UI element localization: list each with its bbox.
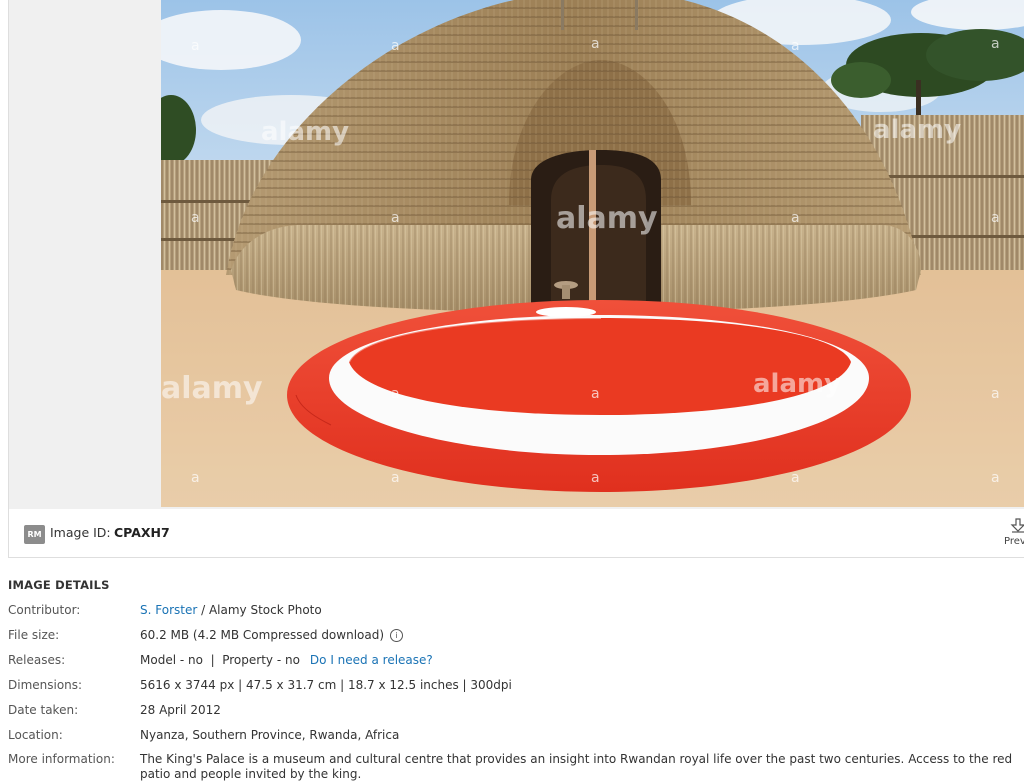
info-icon[interactable]: i xyxy=(390,629,404,642)
dimensions-label: Dimensions: xyxy=(8,678,83,692)
file-size-value: 60.2 MB (4.2 MB Compressed download) i xyxy=(140,628,404,642)
releases-text: Model - no | Property - no xyxy=(140,653,300,667)
image-id-bar: RM Image ID: CPAXH7 Prev xyxy=(8,509,1024,558)
svg-text:a: a xyxy=(791,210,800,226)
svg-text:a: a xyxy=(391,386,400,402)
dimensions-value: 5616 x 3744 px | 47.5 x 31.7 cm | 18.7 x… xyxy=(140,678,512,692)
watermark: alamy xyxy=(556,201,658,236)
dimensions-row: Dimensions: 5616 x 3744 px | 47.5 x 31.7… xyxy=(0,678,1024,700)
svg-text:a: a xyxy=(191,38,200,54)
date-taken-value: 28 April 2012 xyxy=(140,703,221,717)
svg-text:a: a xyxy=(591,36,600,52)
image-details-heading: IMAGE DETAILS xyxy=(8,578,110,592)
svg-text:a: a xyxy=(991,386,1000,402)
watermark: alamy xyxy=(161,371,263,406)
preview-icon[interactable] xyxy=(1010,517,1024,534)
releases-value: Model - no | Property - no Do I need a re… xyxy=(140,653,433,667)
watermark: alamy xyxy=(753,369,841,399)
location-value: Nyanza, Southern Province, Rwanda, Afric… xyxy=(140,728,400,742)
svg-text:a: a xyxy=(591,470,600,486)
date-taken-row: Date taken: 28 April 2012 xyxy=(0,703,1024,725)
svg-text:a: a xyxy=(591,386,600,402)
svg-text:a: a xyxy=(991,470,1000,486)
releases-row: Releases: Model - no | Property - no Do I… xyxy=(0,653,1024,675)
more-info-label: More information: xyxy=(8,752,115,766)
svg-text:a: a xyxy=(391,38,400,54)
image-id-value: CPAXH7 xyxy=(114,525,170,540)
contributor-suffix: / Alamy Stock Photo xyxy=(197,603,322,617)
image-id-label: Image ID: xyxy=(50,525,111,540)
main-photo[interactable]: alamy alamy alamy alamy alamy a a a a a a a a… xyxy=(161,0,1024,507)
preview-button[interactable]: Prev xyxy=(1004,536,1024,547)
image-viewer: alamy alamy alamy alamy alamy a a a a a a a a… xyxy=(8,0,1024,510)
svg-text:a: a xyxy=(791,470,800,486)
watermark: alamy xyxy=(873,115,961,145)
more-info-value: The King's Palace is a museum and cultur… xyxy=(140,752,1013,781)
more-info-row: More information: The King's Palace is a… xyxy=(0,752,1024,782)
svg-text:a: a xyxy=(191,210,200,226)
contributor-link[interactable]: S. Forster xyxy=(140,603,197,617)
contributor-row: Contributor: S. Forster / Alamy Stock Ph… xyxy=(0,603,1024,625)
svg-text:a: a xyxy=(391,470,400,486)
contributor-label: Contributor: xyxy=(8,603,81,617)
release-help-link[interactable]: Do I need a release? xyxy=(310,653,433,667)
releases-label: Releases: xyxy=(8,653,66,667)
file-size-label: File size: xyxy=(8,628,60,642)
location-label: Location: xyxy=(8,728,63,742)
file-size-text: 60.2 MB (4.2 MB Compressed download) xyxy=(140,628,385,642)
location-row: Location: Nyanza, Southern Province, Rwa… xyxy=(0,728,1024,750)
contributor-value: S. Forster / Alamy Stock Photo xyxy=(140,603,322,617)
svg-text:a: a xyxy=(991,36,1000,52)
date-taken-label: Date taken: xyxy=(8,703,79,717)
svg-text:a: a xyxy=(791,38,800,54)
svg-text:a: a xyxy=(991,210,1000,226)
rights-managed-badge: RM xyxy=(24,525,45,544)
svg-text:a: a xyxy=(391,210,400,226)
watermark: alamy xyxy=(261,117,349,147)
svg-text:a: a xyxy=(191,470,200,486)
file-size-row: File size: 60.2 MB (4.2 MB Compressed do… xyxy=(0,628,1024,650)
